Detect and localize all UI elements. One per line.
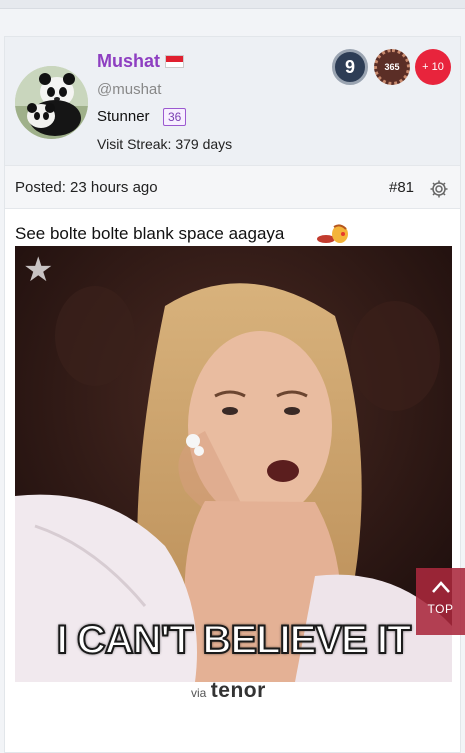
avatar[interactable] [15,66,88,139]
user-handle: @mushat [97,81,162,98]
post-meta-bar: Posted: 23 hours ago #81 [5,165,460,209]
user-rank: Stunner [97,108,150,125]
top-button-label: TOP [427,602,454,616]
more-badges-label: + 10 [422,61,444,73]
badge-9-label: 9 [344,56,355,77]
tenor-attribution[interactable]: via tenor [191,679,266,703]
scroll-to-top-button[interactable]: TOP [416,568,465,635]
gif-image[interactable]: ★ I CAN'T BELIEVE IT [15,246,452,682]
face-palm-emoji-icon [317,224,348,243]
achievement-badge-9[interactable]: 9 [332,49,368,85]
top-nav-bar [0,0,465,9]
more-badges-button[interactable]: + 10 [415,49,451,85]
tenor-logo: tenor [210,679,266,702]
gear-icon[interactable] [429,179,449,199]
post-number-link[interactable]: #81 [389,179,414,196]
achievement-badge-365[interactable]: 365 [374,49,410,85]
chevron-up-icon [431,581,450,593]
posted-time: Posted: 23 hours ago [15,179,158,196]
user-profile-header: Mushat @mushat Stunner 36 Visit Streak: … [5,37,460,165]
panda-avatar-image [15,66,88,139]
singapore-flag-icon [165,55,184,68]
post-text: See bolte bolte blank space aagaya [15,224,285,243]
badge-365-label: 365 [384,62,400,72]
gif-scene [15,246,452,682]
gif-caption: I CAN'T BELIEVE IT [56,617,413,663]
star-logo-icon: ★ [23,251,54,289]
username-link[interactable]: Mushat [97,51,160,72]
post-card: Mushat @mushat Stunner 36 Visit Streak: … [4,36,461,753]
rank-level-badge: 36 [163,108,187,126]
visit-streak: Visit Streak: 379 days [97,136,233,152]
via-label: via [191,686,207,700]
